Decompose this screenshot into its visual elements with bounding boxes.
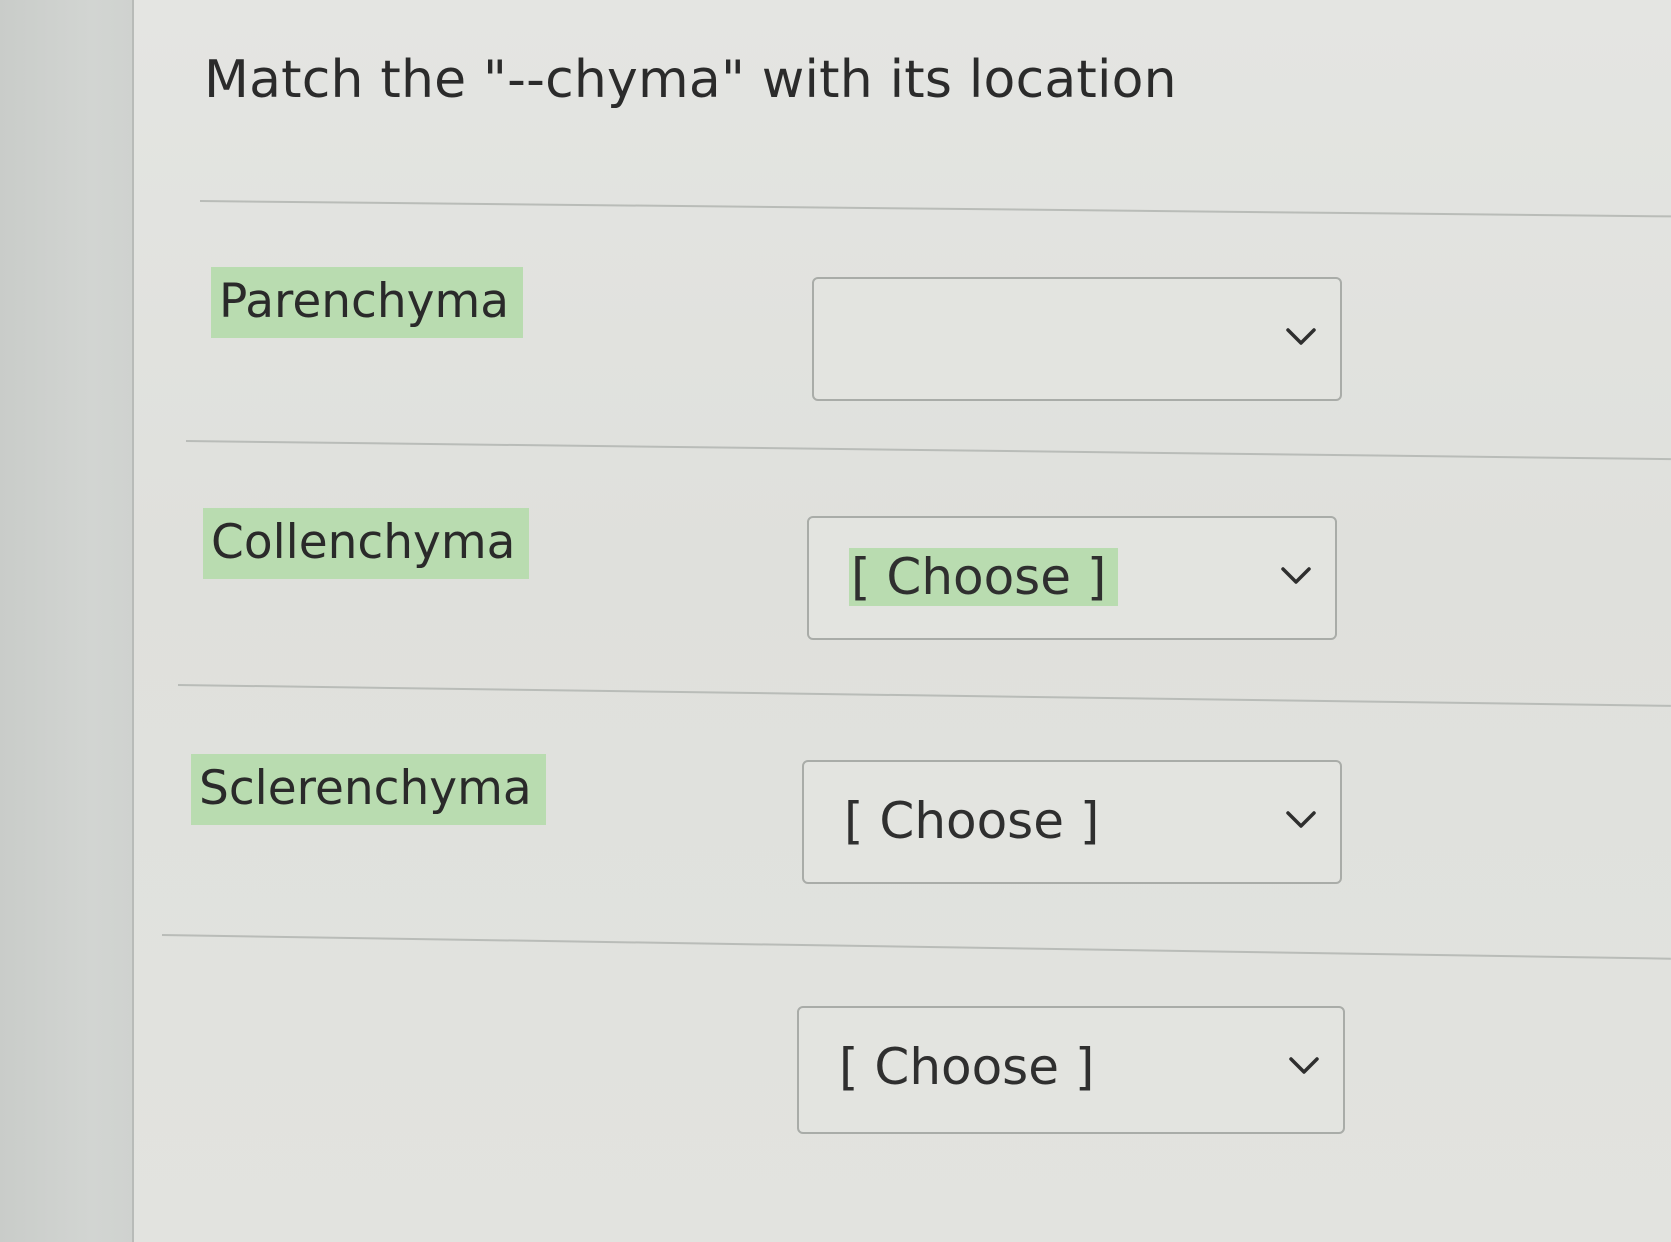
term-sclerenchyma: Sclerenchyma xyxy=(191,754,546,825)
answer-select-1[interactable] xyxy=(812,277,1342,401)
term-collenchyma: Collenchyma xyxy=(203,508,530,579)
left-margin xyxy=(0,0,134,1242)
select-value: [ Choose ] xyxy=(849,548,1119,606)
answer-select-4[interactable]: [ Choose ] xyxy=(797,1006,1345,1134)
chevron-down-icon xyxy=(1281,567,1311,584)
chevron-down-icon xyxy=(1289,1057,1319,1074)
chevron-down-icon xyxy=(1286,328,1316,345)
answer-select-2[interactable]: [ Choose ] xyxy=(807,516,1337,640)
answer-select-3[interactable]: [ Choose ] xyxy=(802,760,1342,884)
question-title: Match the "--chyma" with its location xyxy=(204,50,1177,110)
select-value: [ Choose ] xyxy=(839,1038,1095,1096)
term-parenchyma: Parenchyma xyxy=(211,267,524,338)
chevron-down-icon xyxy=(1286,811,1316,828)
select-value: [ Choose ] xyxy=(844,792,1100,850)
